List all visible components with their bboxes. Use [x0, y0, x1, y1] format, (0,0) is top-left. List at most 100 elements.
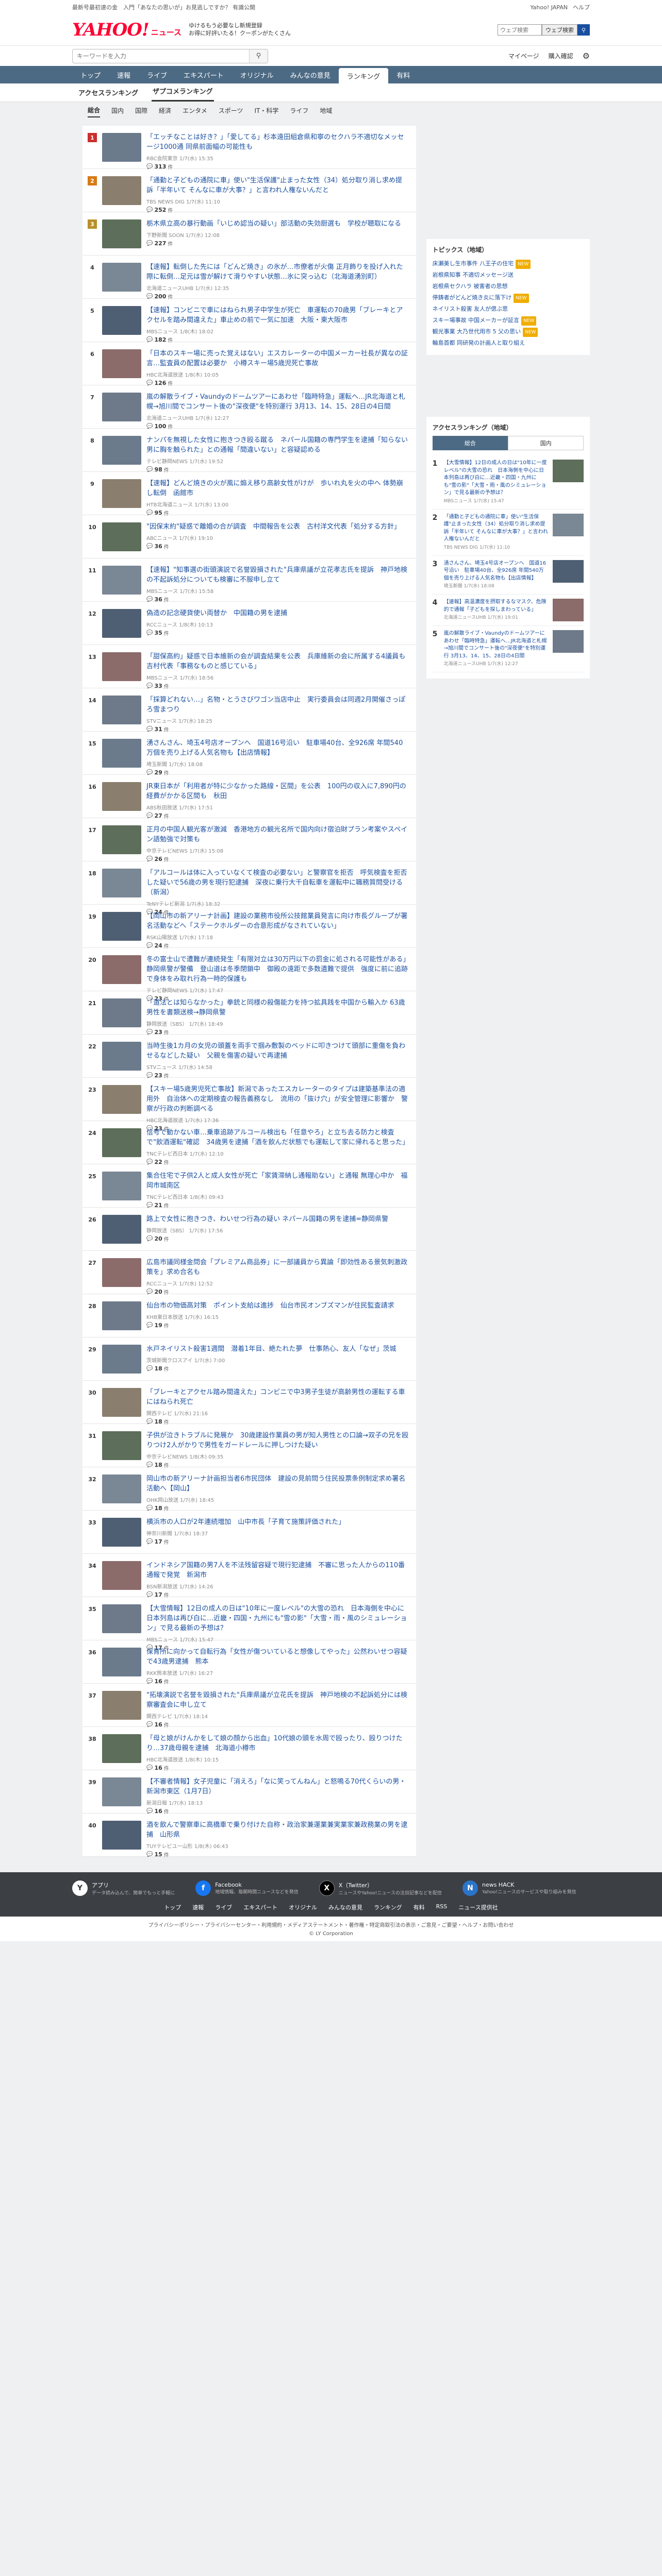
- access-item[interactable]: 1 【大雪情報】12日の成人の日は"10年に一度レベル"の大雪の恐れ 日本海側を中…: [432, 455, 584, 510]
- gear-icon[interactable]: ⚙: [583, 51, 590, 61]
- help-link[interactable]: ヘルプ: [573, 3, 590, 11]
- topic-link[interactable]: スキー場事故 中国メーカーが証言 NEW: [433, 315, 584, 326]
- article-thumbnail[interactable]: [102, 306, 141, 335]
- comment-count[interactable]: 💬 200 件: [146, 293, 409, 300]
- comment-count[interactable]: 💬 17 件: [146, 1591, 409, 1599]
- access-thumbnail[interactable]: [553, 599, 584, 622]
- article-title-link[interactable]: 【大雪情報】12日の成人の日は"10年に一度レベル"の大雪の恐れ 日本海側を中心…: [146, 1605, 407, 1632]
- ranking-item[interactable]: 38 「母と娘がけんかをして娘の顔から出血」10代娘の頭を水周で殴ったり、殴りつけ…: [82, 1727, 416, 1772]
- ranking-item[interactable]: 39 【不審者情報】女子児童に「消えろ」「なに笑ってんねん」と怒鳴る70代くらいの…: [82, 1770, 416, 1815]
- nav-ranking[interactable]: ランキング: [338, 68, 389, 83]
- footer-app-1[interactable]: f Facebook 地域情報、毎朝時間ニュースなどを発信: [195, 1880, 299, 1896]
- nav-paid[interactable]: 有料: [388, 66, 418, 83]
- footer-nav-link[interactable]: エキスパート: [243, 1903, 277, 1911]
- article-thumbnail[interactable]: [102, 1085, 141, 1114]
- comment-count[interactable]: 💬 20 件: [146, 1288, 409, 1296]
- tab-access-ranking[interactable]: アクセスランキング: [77, 88, 139, 101]
- article-title-link[interactable]: 嵐の解散ライブ・Vaundyのドームツアーにあわせ「臨時特急」運転へ…JR北海道…: [146, 393, 405, 411]
- article-title-link[interactable]: 「ブレーキとアクセル踏み間違えた」コンビニで中3男子生徒が高齢男性の運転する車に…: [146, 1388, 405, 1406]
- legal-links[interactable]: プライバシーポリシー・プライバシーセンター・利用規約・メディアステートメント・著…: [0, 1922, 662, 1930]
- ranking-item[interactable]: 4 【速報】転倒した先には「どんど焼き」の氷が…市僚者が火傷 正月飾りを投げ入れた…: [82, 256, 416, 300]
- article-title-link[interactable]: 路上で女性に抱きつき、わいせつ行為の疑い ネパール国籍の男を逮捕=静岡県警: [146, 1215, 388, 1223]
- article-title-link[interactable]: 湧さんさん、埼玉4号店オープンへ 国道16号沿い 駐車場40台、全926席 年間…: [146, 739, 403, 757]
- footer-app-2[interactable]: X X（Twitter） ニュースやYahoo!ニュースの注目記事などを配信: [319, 1880, 442, 1896]
- tab-comment-ranking[interactable]: ザプコメランキング: [151, 86, 214, 101]
- nav-opinion[interactable]: みんなの意見: [282, 66, 339, 83]
- article-thumbnail[interactable]: [102, 1345, 141, 1374]
- article-title-link[interactable]: 【速報】コンビニで車にはねられ男子中学生が死亡 車運転の70歳男「ブレーキとアク…: [146, 307, 403, 324]
- cat-sports[interactable]: スポーツ: [219, 106, 243, 117]
- article-thumbnail[interactable]: [102, 652, 141, 681]
- access-tab-domestic[interactable]: 国内: [508, 436, 584, 450]
- comment-count[interactable]: 💬 26 件: [146, 855, 409, 863]
- article-title-link[interactable]: 【速報】"知事選の街頭演説で名誉毀損された"兵庫県議が立花孝志氏を提訴 神戸地検…: [146, 566, 407, 584]
- access-title[interactable]: 【大雪情報】12日の成人の日は"10年に一度レベル"の大雪の恐れ 日本海側を中心…: [444, 460, 549, 505]
- topic-link[interactable]: 停鋳者がどんど焼き炎に落下け NEW: [433, 292, 584, 303]
- article-thumbnail[interactable]: [102, 1042, 141, 1071]
- comment-count[interactable]: 💬 17 件: [146, 1538, 409, 1546]
- article-thumbnail[interactable]: [102, 1777, 141, 1806]
- article-title-link[interactable]: 栃木県立高の暴行動画「いじめ認当の疑い」部活動の失効厨選も 学校が聴取になる: [146, 220, 401, 228]
- article-title-link[interactable]: 酒を飲んで警察車に高橋車で乗り付けた自称・政治家兼運業兼実業家兼政務業の男を逮捕…: [146, 1821, 407, 1839]
- comment-count[interactable]: 💬 100 件: [146, 422, 409, 430]
- ranking-item[interactable]: 6 「日本のスキー場に売った覚えはない」エスカレーターの中国メーカー社長が異なの証…: [82, 342, 416, 387]
- article-title-link[interactable]: 子供が泣きトラブルに発展か 30歳建設作業員の男が知人男性との口論→双子の兄を殴…: [146, 1432, 408, 1449]
- article-thumbnail[interactable]: [102, 1215, 141, 1244]
- comment-count[interactable]: 💬 18 件: [146, 1504, 409, 1512]
- ranking-item[interactable]: 28 仙台市の物価高対策 ポイント支給は進捗 仙台市民オンブズマンが住民監査請求 K…: [82, 1294, 416, 1337]
- topic-link[interactable]: 岩根県知事 不適切メッセージ送: [433, 269, 584, 281]
- cat-world[interactable]: 国際: [135, 106, 147, 117]
- article-title-link[interactable]: 正月の中国人観光客が激減 香港地方の観光名所で国内向け宿泊財プラン考案やスペイン…: [146, 826, 407, 843]
- footer-nav-link[interactable]: みんなの意見: [328, 1903, 362, 1911]
- article-title-link[interactable]: 【速報】転倒した先には「どんど焼き」の氷が…市僚者が火傷 正月飾りを投げ入れた際…: [146, 263, 403, 281]
- article-thumbnail[interactable]: [102, 998, 141, 1027]
- comment-count[interactable]: 💬 22 件: [146, 1158, 409, 1166]
- comment-count[interactable]: 💬 16 件: [146, 1677, 409, 1685]
- access-title[interactable]: 「通勤と子どもの通院に車」使い"生活保護"止まった女性（34）処分取り消し求め提…: [444, 514, 549, 551]
- article-thumbnail[interactable]: [102, 782, 141, 811]
- article-thumbnail[interactable]: [102, 912, 141, 941]
- comment-count[interactable]: 💬 23 件: [146, 1072, 409, 1079]
- access-title[interactable]: 嵐の解散ライブ・Vaundyのドームツアーにあわせ「臨時特急」運転へ…JR北海道…: [444, 630, 549, 668]
- cat-economy[interactable]: 経済: [159, 106, 171, 117]
- article-thumbnail[interactable]: [102, 739, 141, 768]
- topic-link[interactable]: 床瀬美し生市事件 八王子の住宅 NEW: [433, 258, 584, 269]
- ranking-item[interactable]: 29 水戸ネイリスト殺害1週間 潜着1年目、絶たれた夢 仕事熱心、友人「なぜ」茨城…: [82, 1337, 416, 1381]
- article-title-link[interactable]: 【スキー場5歳男児死亡事故】新潟であったエスカレーターのタイプは建築基準法の適用…: [146, 1086, 408, 1113]
- article-thumbnail[interactable]: [102, 133, 141, 162]
- topic-link[interactable]: 観光事業 大乃世代用市 5 父の思い NEW: [433, 326, 584, 337]
- comment-count[interactable]: 💬 19 件: [146, 1321, 409, 1329]
- access-title[interactable]: 【速報】高温濃度を摂取するなマスク、危険的で通報「子どもを探しまわっている」 北海…: [444, 599, 549, 621]
- article-title-link[interactable]: 信号で動かない車…乗車追跡アルコール検出も「任意やろ」と立ち去る防力と検査で"飲…: [146, 1129, 409, 1146]
- footer-app-0[interactable]: Y アプリ データ読み込んで、簡単でもっと手軽に: [72, 1880, 175, 1896]
- comment-count[interactable]: 💬 227 件: [146, 240, 409, 247]
- ranking-item[interactable]: 35 【大雪情報】12日の成人の日は"10年に一度レベル"の大雪の恐れ 日本海側を…: [82, 1597, 416, 1652]
- comment-count[interactable]: 💬 313 件: [146, 163, 409, 171]
- ranking-item[interactable]: 16 JR東日本が「利用者が特に少なかった路線・区間」を公表 100円の収入に7,…: [82, 775, 416, 820]
- comment-count[interactable]: 💬 16 件: [146, 1807, 409, 1815]
- article-title-link[interactable]: 【速報】どんど焼きの火が風に煽え移り高齢女性がけが 歩いれ丸を火の中へ 体勢崩し…: [146, 480, 403, 497]
- comment-count[interactable]: 💬 23 件: [146, 1028, 409, 1036]
- article-thumbnail[interactable]: [102, 1691, 141, 1720]
- access-thumbnail[interactable]: [553, 560, 584, 583]
- article-title-link[interactable]: 集合住宅で子供2人と成人女性が死亡「家賃滞納し通報助ない」と通報 無理心中か 福…: [146, 1172, 407, 1190]
- ranking-item[interactable]: 40 酒を飲んで警察車に高橋車で乗り付けた自称・政治家兼運業兼実業家兼政務業の男を…: [82, 1814, 416, 1858]
- nav-top[interactable]: トップ: [72, 66, 109, 83]
- article-title-link[interactable]: 保育所に向かって自転行為「女性が傷ついていると想像してやった」公然わいせつ容疑で…: [146, 1648, 407, 1666]
- article-thumbnail[interactable]: [102, 1821, 141, 1850]
- ranking-item[interactable]: 8 ナンパを無視した女性に抱きつき殴る蹴る ネパール国籍の専門学生を逮捕「知らない…: [82, 429, 416, 473]
- ranking-item[interactable]: 26 路上で女性に抱きつき、わいせつ行為の疑い ネパール国籍の男を逮捕=静岡県警静…: [82, 1208, 416, 1251]
- search-icon[interactable]: ⚲: [577, 24, 590, 36]
- article-thumbnail[interactable]: [102, 176, 141, 205]
- article-title-link[interactable]: 偽造の記念硬貨使い両替か 中国籍の男を逮捕: [146, 609, 287, 617]
- article-thumbnail[interactable]: [102, 1604, 141, 1633]
- article-title-link[interactable]: ナンパを無視した女性に抱きつき殴る蹴る ネパール国籍の専門学生を逮捕「知らない男…: [146, 436, 408, 454]
- comment-count[interactable]: 💬 18 件: [146, 1418, 409, 1426]
- ranking-item[interactable]: 25 集合住宅で子供2人と成人女性が死亡「家賃滞納し通報助ない」と通報 無理心中か…: [82, 1164, 416, 1209]
- access-item[interactable]: 2 「通勤と子どもの通院に車」使い"生活保護"止まった女性（34）処分取り消し求め…: [432, 510, 584, 556]
- footer-nav-link[interactable]: ランキング: [374, 1903, 402, 1911]
- article-title-link[interactable]: 「アルコールは体に入っていなくて検査の必要ない」と警察官を拒否 呼気検査を拒否し…: [146, 869, 407, 896]
- search-icon[interactable]: ⚲: [249, 49, 268, 63]
- nav-breaking[interactable]: 速報: [109, 66, 139, 83]
- ranking-item[interactable]: 23 【スキー場5歳男児死亡事故】新潟であったエスカレーターのタイプは建築基準法の…: [82, 1078, 416, 1132]
